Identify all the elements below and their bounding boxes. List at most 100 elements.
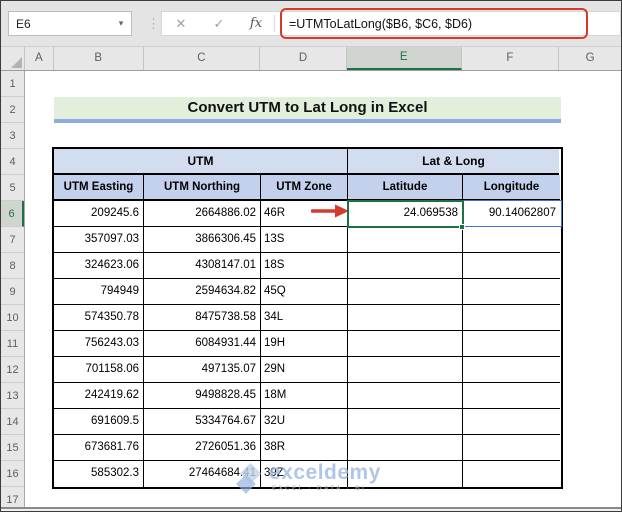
cell-F13[interactable] (463, 383, 560, 409)
cell-E10[interactable] (348, 305, 463, 331)
row-header-10[interactable]: 10 (1, 305, 24, 331)
table-row: 794949 2594634.82 45Q (54, 279, 561, 305)
cell-E16[interactable] (348, 461, 463, 487)
cell-C13[interactable]: 9498828.45 (144, 383, 261, 409)
title-banner-cell[interactable]: Convert UTM to Lat Long in Excel (54, 97, 561, 123)
cell-D11[interactable]: 19H (261, 331, 348, 357)
cell-D16[interactable]: 39Z (261, 461, 348, 487)
cell-C7[interactable]: 3866306.45 (144, 227, 261, 253)
header-utm-easting[interactable]: UTM Easting (54, 175, 144, 201)
name-box[interactable]: E6 ▾ (8, 11, 132, 36)
formula-bar[interactable]: ✕ ✓ fx =UTMToLatLong($B6, $C6, $D6) (161, 11, 621, 36)
row-header-15[interactable]: 15 (1, 435, 24, 461)
cell-E8[interactable] (348, 253, 463, 279)
cell-E14[interactable] (348, 409, 463, 435)
row-header-14[interactable]: 14 (1, 409, 24, 435)
row-header-2[interactable]: 2 (1, 97, 24, 123)
header-longitude[interactable]: Longitude (463, 175, 560, 201)
cell-B7[interactable]: 357097.03 (54, 227, 144, 253)
cell-C10[interactable]: 8475738.58 (144, 305, 261, 331)
column-header-b[interactable]: B (54, 47, 144, 70)
cell-C15[interactable]: 2726051.36 (144, 435, 261, 461)
cell-B6[interactable]: 209245.6 (54, 201, 144, 227)
name-box-dropdown-icon[interactable]: ▾ (111, 18, 131, 29)
header-utm-zone[interactable]: UTM Zone (261, 175, 348, 201)
cell-E6[interactable]: 24.069538 (348, 201, 463, 227)
cell-F8[interactable] (463, 253, 560, 279)
group-header-lat-long[interactable]: Lat & Long (348, 149, 559, 175)
row-header-7[interactable]: 7 (1, 227, 24, 253)
cell-C11[interactable]: 6084931.44 (144, 331, 261, 357)
row-header-1[interactable]: 1 (1, 71, 24, 97)
row-header-13[interactable]: 13 (1, 383, 24, 409)
row-header-9[interactable]: 9 (1, 279, 24, 305)
cell-D9[interactable]: 45Q (261, 279, 348, 305)
column-header-d[interactable]: D (260, 47, 347, 70)
row-header-8[interactable]: 8 (1, 253, 24, 279)
cell-F10[interactable] (463, 305, 560, 331)
header-utm-northing[interactable]: UTM Northing (144, 175, 261, 201)
cell-E12[interactable] (348, 357, 463, 383)
cell-D7[interactable]: 13S (261, 227, 348, 253)
header-latitude[interactable]: Latitude (348, 175, 463, 201)
cell-F6[interactable]: 90.14062807 (463, 201, 560, 227)
cell-C9[interactable]: 2594634.82 (144, 279, 261, 305)
cell-F15[interactable] (463, 435, 560, 461)
cell-C6[interactable]: 2664886.02 (144, 201, 261, 227)
column-header-g[interactable]: G (559, 47, 621, 70)
cell-F12[interactable] (463, 357, 560, 383)
cell-C16[interactable]: 27464684.41 (144, 461, 261, 487)
data-table: UTM Lat & Long UTM Easting UTM Northing … (52, 147, 563, 489)
row-header-3[interactable]: 3 (1, 123, 24, 149)
table-row: 242419.62 9498828.45 18M (54, 383, 561, 409)
cell-B9[interactable]: 794949 (54, 279, 144, 305)
select-all-corner[interactable] (1, 47, 25, 70)
column-header-a[interactable]: A (25, 47, 54, 70)
cell-F16[interactable] (463, 461, 560, 487)
cell-E13[interactable] (348, 383, 463, 409)
cell-F7[interactable] (463, 227, 560, 253)
fill-handle[interactable] (459, 224, 465, 230)
row-header-6[interactable]: 6 (1, 201, 24, 227)
enter-icon[interactable]: ✓ (200, 16, 238, 32)
cell-F9[interactable] (463, 279, 560, 305)
cell-E9[interactable] (348, 279, 463, 305)
cell-B14[interactable]: 691609.5 (54, 409, 144, 435)
cell-E15[interactable] (348, 435, 463, 461)
insert-function-icon[interactable]: fx (238, 16, 274, 31)
cell-B11[interactable]: 756243.03 (54, 331, 144, 357)
cell-C8[interactable]: 4308147.01 (144, 253, 261, 279)
cell-D8[interactable]: 18S (261, 253, 348, 279)
column-header-row: A B C D E F G (1, 47, 621, 71)
cell-D14[interactable]: 32U (261, 409, 348, 435)
row-header-4[interactable]: 4 (1, 149, 24, 175)
cell-E11[interactable] (348, 331, 463, 357)
row-header-5[interactable]: 5 (1, 175, 24, 201)
cell-B8[interactable]: 324623.06 (54, 253, 144, 279)
cell-E7[interactable] (348, 227, 463, 253)
group-header-utm[interactable]: UTM (54, 149, 348, 175)
table-row: 756243.03 6084931.44 19H (54, 331, 561, 357)
cell-B12[interactable]: 701158.06 (54, 357, 144, 383)
cell-F11[interactable] (463, 331, 560, 357)
cell-D15[interactable]: 38R (261, 435, 348, 461)
cancel-icon[interactable]: ✕ (162, 16, 200, 32)
column-header-f[interactable]: F (462, 47, 560, 70)
column-header-e[interactable]: E (346, 47, 462, 70)
cell-D12[interactable]: 29N (261, 357, 348, 383)
formula-input[interactable]: =UTMToLatLong($B6, $C6, $D6) (289, 17, 472, 31)
cell-B15[interactable]: 673681.76 (54, 435, 144, 461)
cell-B10[interactable]: 574350.78 (54, 305, 144, 331)
cell-C12[interactable]: 497135.07 (144, 357, 261, 383)
column-header-c[interactable]: C (144, 47, 261, 70)
cell-D10[interactable]: 34L (261, 305, 348, 331)
cell-B16[interactable]: 585302.3 (54, 461, 144, 487)
row-header-11[interactable]: 11 (1, 331, 24, 357)
table-row: 209245.6 2664886.02 46R 24.069538 90.140… (54, 201, 561, 227)
row-header-16[interactable]: 16 (1, 461, 24, 487)
row-header-12[interactable]: 12 (1, 357, 24, 383)
cell-C14[interactable]: 5334764.67 (144, 409, 261, 435)
cell-D13[interactable]: 18M (261, 383, 348, 409)
cell-B13[interactable]: 242419.62 (54, 383, 144, 409)
cell-F14[interactable] (463, 409, 560, 435)
